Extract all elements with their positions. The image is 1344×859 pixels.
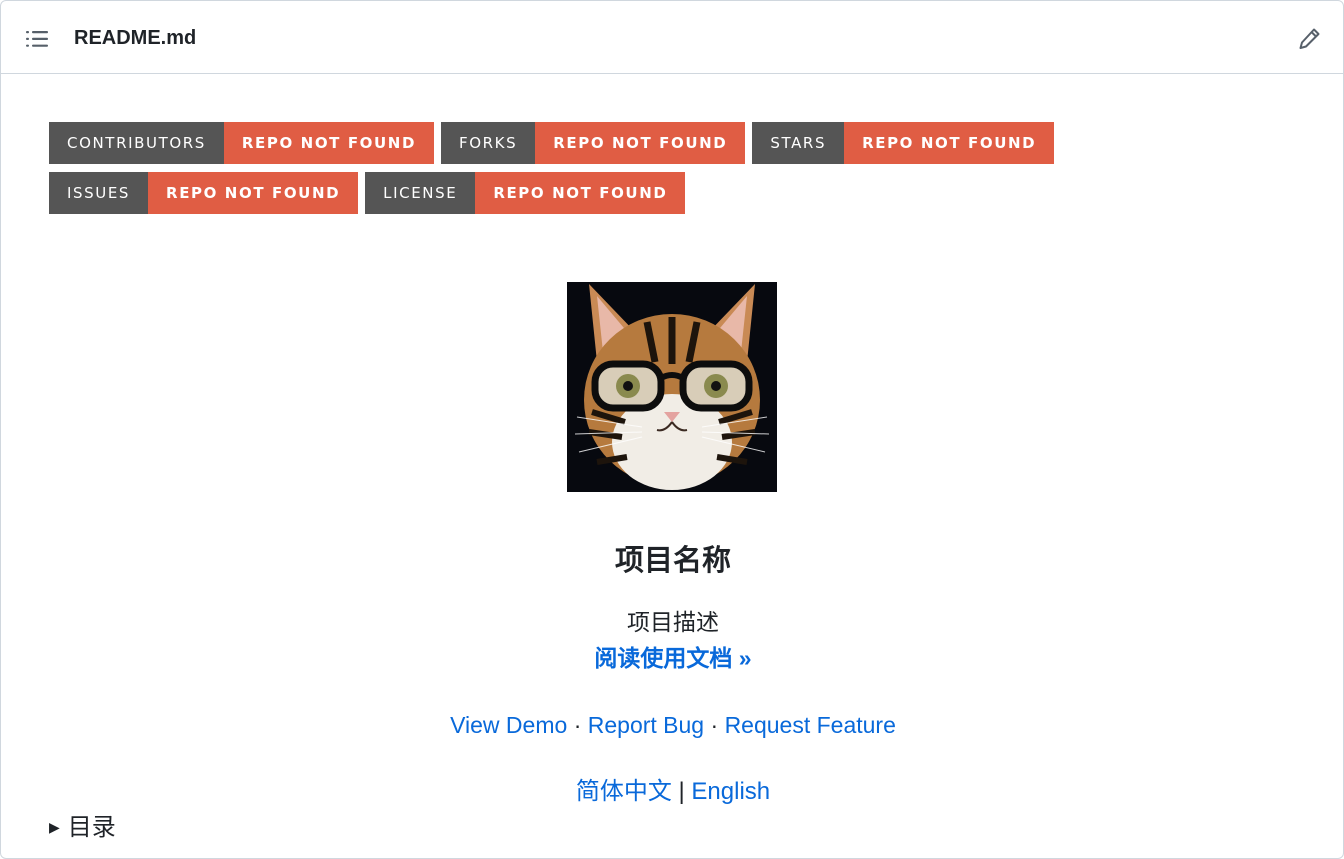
issues-badge[interactable]: ISSUES REPO NOT FOUND: [49, 172, 359, 214]
link-separator: ·: [710, 712, 725, 738]
project-logo[interactable]: [567, 282, 777, 492]
badge-message: REPO NOT FOUND: [535, 122, 746, 164]
badge-message: REPO NOT FOUND: [844, 122, 1055, 164]
docs-line: 阅读使用文档 »: [1, 639, 1343, 673]
cat-with-glasses-logo: [567, 282, 777, 492]
report-bug-link[interactable]: Report Bug: [588, 712, 704, 738]
badge-message: REPO NOT FOUND: [475, 172, 686, 214]
stars-badge[interactable]: STARS REPO NOT FOUND: [752, 122, 1055, 164]
link-separator: ·: [573, 712, 588, 738]
docs-link[interactable]: 阅读使用文档 »: [594, 645, 751, 671]
toc-summary-label: 目录: [67, 814, 116, 841]
badge-label: FORKS: [441, 122, 536, 164]
badge-label: STARS: [752, 122, 845, 164]
list-unordered-icon[interactable]: [23, 25, 51, 53]
badge-label: LICENSE: [365, 172, 476, 214]
project-description: 项目描述: [627, 609, 719, 635]
badge-row: ISSUES REPO NOT FOUND LICENSE REPO NOT F…: [49, 172, 1149, 214]
file-name: README.md: [74, 27, 197, 49]
language-separator: |: [678, 778, 692, 805]
language-switcher: 简体中文 | English: [1, 771, 1343, 806]
disclosure-triangle-icon: ▶: [49, 819, 60, 835]
license-badge[interactable]: LICENSE REPO NOT FOUND: [365, 172, 686, 214]
project-title: 项目名称: [614, 545, 731, 577]
project-links: View Demo · Report Bug · Request Feature: [1, 712, 1343, 739]
badge-message: REPO NOT FOUND: [223, 122, 435, 164]
badge-label: CONTRIBUTORS: [49, 122, 224, 164]
badge-label: ISSUES: [49, 172, 149, 214]
request-feature-link[interactable]: Request Feature: [725, 712, 896, 738]
english-link[interactable]: English: [691, 778, 770, 805]
forks-badge[interactable]: FORKS REPO NOT FOUND: [441, 122, 746, 164]
badge-message: REPO NOT FOUND: [148, 172, 359, 214]
readme-header: README.md: [1, 1, 1343, 74]
contributors-badge[interactable]: CONTRIBUTORS REPO NOT FOUND: [49, 122, 435, 164]
pencil-icon[interactable]: [1295, 25, 1323, 53]
chinese-link[interactable]: 简体中文: [576, 778, 672, 805]
toc-details-summary[interactable]: ▶ 目录: [49, 807, 116, 842]
badge-row: CONTRIBUTORS REPO NOT FOUND FORKS REPO N…: [49, 122, 1149, 164]
readme-panel: README.md CONTRIBUTORS REPO NOT FOUND FO…: [0, 0, 1344, 859]
badges: CONTRIBUTORS REPO NOT FOUND FORKS REPO N…: [49, 122, 1149, 222]
view-demo-link[interactable]: View Demo: [450, 712, 567, 738]
